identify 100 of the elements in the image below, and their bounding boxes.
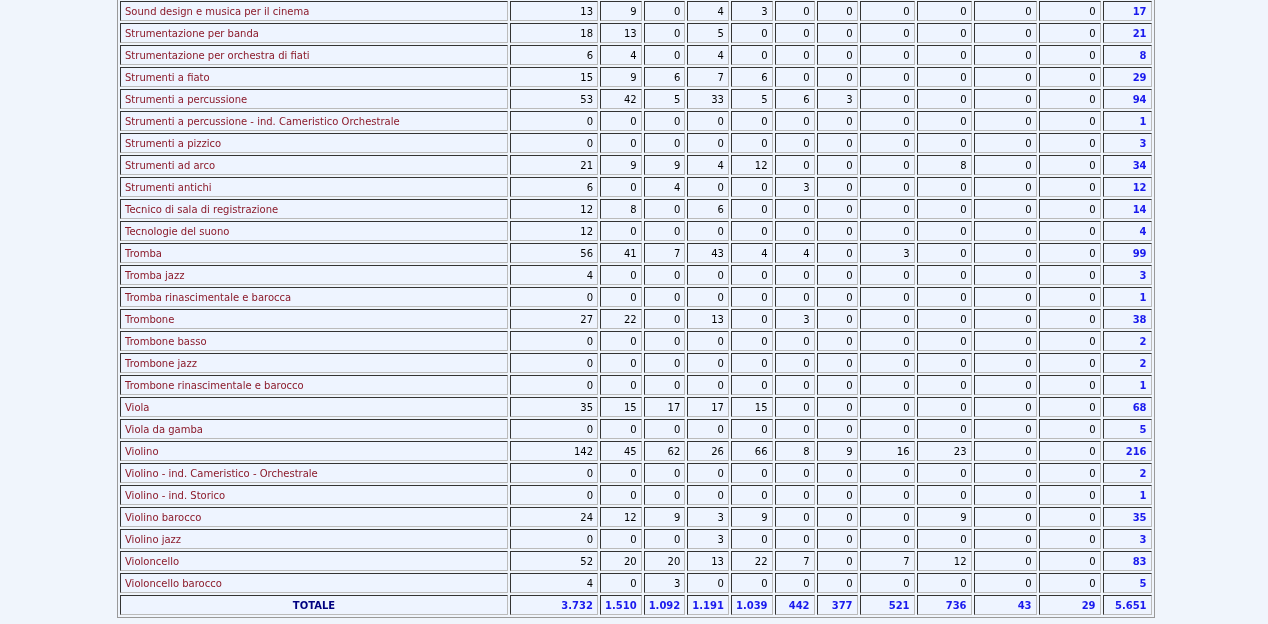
column-total: 1.510 [600,595,642,615]
table-cell: 0 [687,287,729,307]
row-label: Strumentazione per banda [120,23,508,43]
table-cell: 0 [816,199,858,219]
table-cell: 0 [859,1,915,21]
row-total: 68 [1102,397,1152,417]
row-total: 94 [1102,89,1152,109]
table-cell: 0 [973,353,1037,373]
table-cell: 0 [643,331,686,351]
table-cell: 6 [643,67,686,87]
table-cell: 0 [643,353,686,373]
table-cell: 0 [816,353,858,373]
table-cell: 0 [774,573,815,593]
table-cell: 5 [643,89,686,109]
row-total: 21 [1102,23,1152,43]
row-total: 3 [1102,265,1152,285]
row-label: Viola [120,397,508,417]
row-label: Strumenti ad arco [120,155,508,175]
table-cell: 0 [643,133,686,153]
table-cell: 9 [643,155,686,175]
table-cell: 0 [1038,265,1101,285]
table-cell: 0 [1038,507,1101,527]
table-cell: 0 [816,573,858,593]
table-cell: 0 [859,463,915,483]
table-cell: 0 [687,419,729,439]
table-cell: 4 [510,573,598,593]
table-cell: 0 [1038,287,1101,307]
row-label: Trombone basso [120,331,508,351]
row-label: Violoncello barocco [120,573,508,593]
table-cell: 0 [859,397,915,417]
table-cell: 22 [600,309,642,329]
table-cell: 13 [510,1,598,21]
table-cell: 0 [600,265,642,285]
table-cell: 0 [973,309,1037,329]
table-cell: 0 [730,265,773,285]
table-cell: 0 [859,309,915,329]
table-cell: 0 [973,243,1037,263]
row-label: Tromba [120,243,508,263]
table-cell: 0 [859,155,915,175]
table-cell: 0 [510,485,598,505]
table-cell: 0 [816,529,858,549]
table-cell: 0 [510,353,598,373]
table-cell: 9 [600,67,642,87]
table-cell: 0 [730,353,773,373]
table-cell: 0 [916,133,972,153]
table-cell: 0 [916,463,972,483]
row-label: Sound design e musica per il cinema [120,1,508,21]
table-cell: 66 [730,441,773,461]
row-label: Strumenti a percussione - ind. Cameristico Orchestrale [120,111,508,131]
row-total: 34 [1102,155,1152,175]
row-label: Tromba jazz [120,265,508,285]
table-cell: 0 [687,375,729,395]
table-cell: 7 [774,551,815,571]
table-cell: 0 [600,221,642,241]
row-total: 2 [1102,463,1152,483]
table-cell: 0 [816,287,858,307]
table-cell: 0 [643,111,686,131]
table-cell: 0 [859,23,915,43]
table-cell: 23 [916,441,972,461]
table-cell: 0 [916,243,972,263]
table-cell: 43 [687,243,729,263]
table-cell: 0 [816,309,858,329]
column-total: 1.191 [687,595,729,615]
table-cell: 41 [600,243,642,263]
table-cell: 3 [643,573,686,593]
row-label: Trombone [120,309,508,329]
table-cell: 0 [859,199,915,219]
table-cell: 0 [859,375,915,395]
row-label: Violino jazz [120,529,508,549]
table-cell: 0 [774,23,815,43]
row-label: Strumenti a percussione [120,89,508,109]
table-cell: 0 [730,485,773,505]
column-total: 29 [1038,595,1101,615]
column-total: 43 [973,595,1037,615]
table-cell: 0 [973,529,1037,549]
table-cell: 0 [774,45,815,65]
table-cell: 4 [510,265,598,285]
table-cell: 0 [973,177,1037,197]
table-cell: 0 [973,89,1037,109]
table-cell: 0 [816,507,858,527]
table-cell: 0 [916,419,972,439]
table-cell: 12 [600,507,642,527]
table-cell: 0 [774,287,815,307]
table-cell: 0 [1038,573,1101,593]
table-cell: 35 [510,397,598,417]
table-cell: 0 [730,419,773,439]
table-cell: 0 [774,265,815,285]
row-label: Tecnico di sala di registrazione [120,199,508,219]
table-cell: 0 [973,485,1037,505]
table-cell: 0 [859,67,915,87]
row-label: Strumentazione per orchestra di fiati [120,45,508,65]
row-label: Viola da gamba [120,419,508,439]
table-cell: 0 [600,573,642,593]
table-cell: 0 [916,397,972,417]
table-cell: 0 [859,331,915,351]
table-cell: 0 [730,331,773,351]
table-cell: 0 [687,221,729,241]
table-cell: 0 [1038,199,1101,219]
table-cell: 0 [816,485,858,505]
grand-total: 5.651 [1102,595,1152,615]
